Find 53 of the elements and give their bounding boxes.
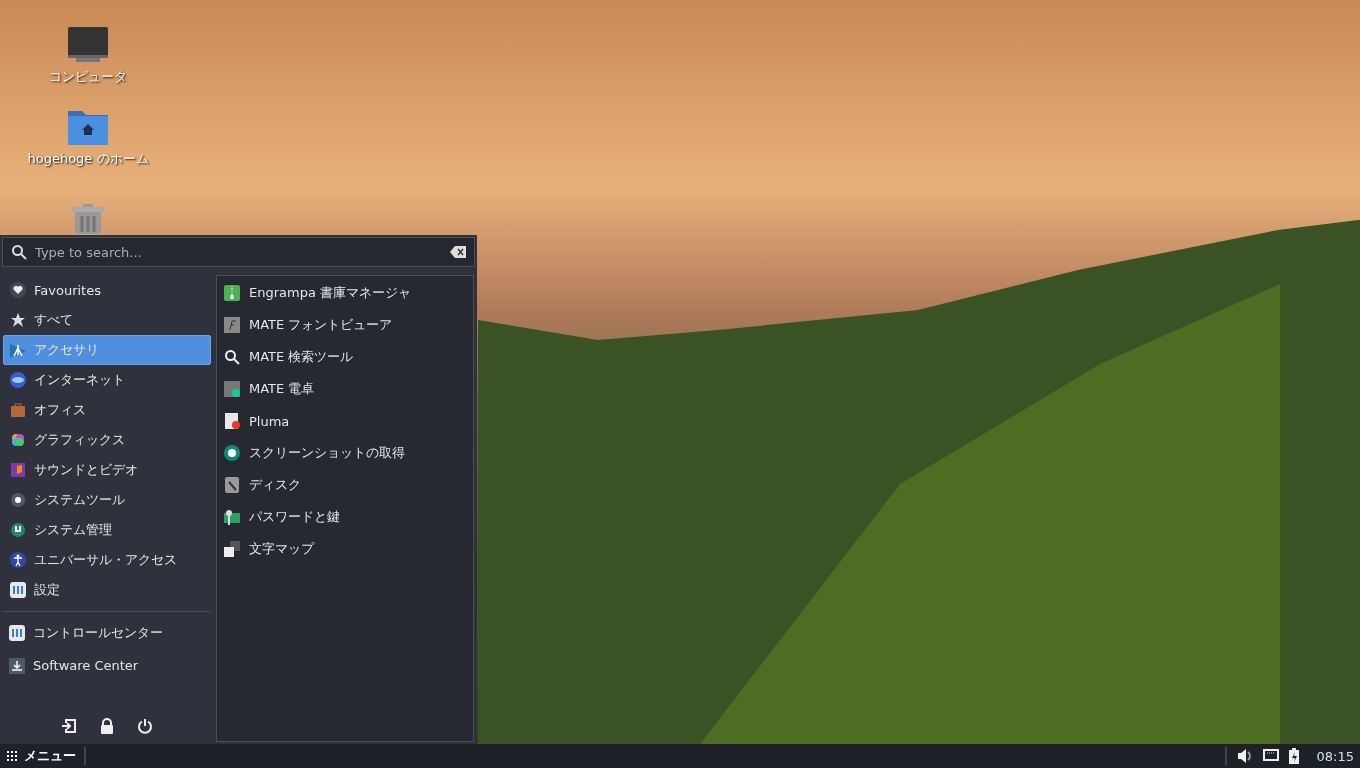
globe-icon bbox=[10, 372, 26, 388]
system-item[interactable]: コントロールセンター bbox=[3, 616, 211, 649]
key-card-icon bbox=[224, 509, 240, 525]
category-item[interactable]: システム管理 bbox=[3, 515, 211, 545]
power-icon[interactable] bbox=[137, 718, 153, 734]
app-item[interactable]: Pluma bbox=[217, 405, 473, 437]
grid-icon bbox=[6, 750, 18, 762]
color-flower-icon bbox=[10, 432, 26, 448]
gear-icon bbox=[10, 492, 26, 508]
desktop-icon-label: コンピュータ bbox=[49, 68, 127, 86]
menu-button[interactable]: メニュー bbox=[6, 747, 76, 765]
search-bar[interactable]: Type to search... bbox=[2, 237, 475, 267]
app-item[interactable]: MATE 検索ツール bbox=[217, 341, 473, 373]
lock-icon[interactable] bbox=[99, 718, 115, 734]
sliders-icon bbox=[10, 582, 26, 598]
star-icon bbox=[10, 312, 26, 328]
monitor-icon[interactable] bbox=[67, 26, 109, 64]
category-item[interactable]: インターネット bbox=[3, 365, 211, 395]
briefcase-icon bbox=[10, 402, 26, 418]
category-item[interactable]: グラフィックス bbox=[3, 425, 211, 455]
category-item[interactable]: Favourites bbox=[3, 275, 211, 305]
app-item[interactable]: ディスク bbox=[217, 469, 473, 501]
search-icon bbox=[224, 349, 240, 365]
text-editor-icon bbox=[224, 413, 240, 429]
home-folder-icon[interactable] bbox=[67, 108, 109, 146]
app-item[interactable]: パスワードと鍵 bbox=[217, 501, 473, 533]
system-item[interactable]: Software Center bbox=[3, 649, 211, 682]
category-item[interactable]: サウンドとビデオ bbox=[3, 455, 211, 485]
app-item[interactable]: Engrampa 書庫マネージャ bbox=[217, 277, 473, 309]
accessibility-icon bbox=[10, 552, 26, 568]
app-item[interactable]: MATE フォントビューア bbox=[217, 309, 473, 341]
category-item[interactable]: すべて bbox=[3, 305, 211, 335]
app-item[interactable]: MATE 電卓 bbox=[217, 373, 473, 405]
category-item[interactable]: システムツール bbox=[3, 485, 211, 515]
logout-icon[interactable] bbox=[61, 718, 77, 734]
desktop-icon-label: hogehoge のホーム bbox=[27, 150, 149, 168]
font-icon bbox=[224, 317, 240, 333]
network-icon[interactable] bbox=[1262, 749, 1279, 763]
zip-archive-icon bbox=[224, 285, 240, 301]
search-icon bbox=[11, 244, 27, 260]
category-item[interactable]: ユニバーサル・アクセス bbox=[3, 545, 211, 575]
volume-icon[interactable] bbox=[1236, 748, 1253, 764]
clock[interactable]: 08:15 bbox=[1316, 748, 1354, 764]
category-item[interactable]: オフィス bbox=[3, 395, 211, 425]
category-item[interactable]: 設定 bbox=[3, 575, 211, 605]
download-icon bbox=[9, 657, 25, 674]
sliders-icon bbox=[9, 624, 25, 641]
battery-icon[interactable] bbox=[1288, 748, 1299, 764]
clear-icon[interactable] bbox=[450, 246, 466, 258]
app-item[interactable]: スクリーンショットの取得 bbox=[217, 437, 473, 469]
search-field[interactable]: Type to search... bbox=[33, 243, 444, 261]
character-map-icon bbox=[224, 541, 240, 557]
app-item[interactable]: 文字マップ bbox=[217, 533, 473, 565]
